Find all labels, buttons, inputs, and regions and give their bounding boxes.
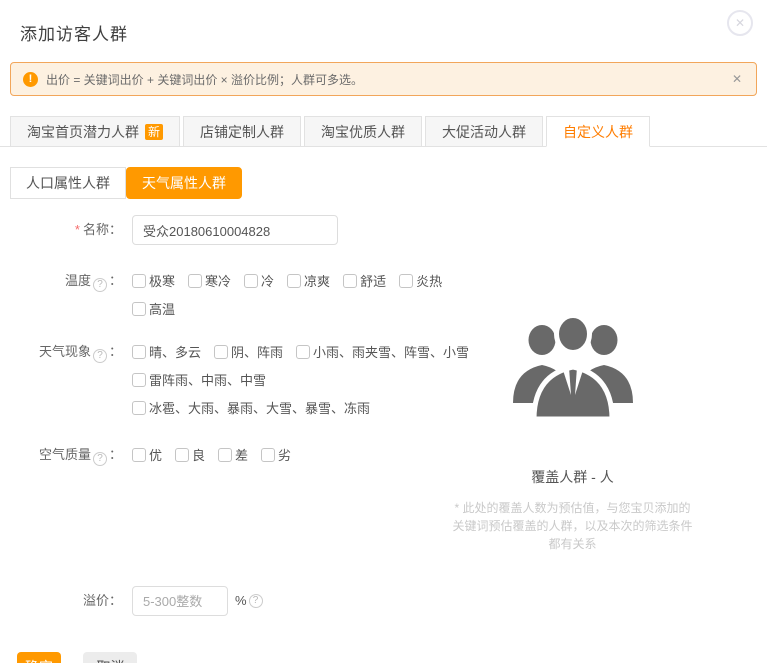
tab-label: 淘宝优质人群	[321, 122, 405, 142]
subtab-weather[interactable]: 天气属性人群	[126, 167, 242, 199]
checkbox-box[interactable]	[399, 274, 413, 288]
help-icon[interactable]: ?	[93, 452, 107, 466]
checkbox-box[interactable]	[132, 373, 146, 387]
premium-row: 溢价： % ?	[0, 586, 767, 616]
alert-text: 出价 = 关键词出价 + 关键词出价 × 溢价比例；人群可多选。	[46, 71, 730, 88]
premium-input[interactable]	[132, 586, 228, 616]
name-label: *名称：	[0, 215, 122, 245]
tab-label: 大促活动人群	[442, 122, 526, 142]
audience-group-icon	[509, 307, 637, 425]
checkbox-box[interactable]	[343, 274, 357, 288]
checkbox-comfortable[interactable]: 舒适	[343, 271, 386, 290]
air-quality-label: 空气质量?：	[0, 445, 122, 466]
add-visitor-audience-dialog: 添加访客人群 ✕ ! 出价 = 关键词出价 + 关键词出价 × 溢价比例；人群可…	[0, 0, 767, 663]
weather-audience-form: *名称： 温度?： 极寒 寒冷 冷 凉爽 舒适 炎热 高	[0, 199, 767, 616]
tab-label: 淘宝首页潜力人群	[27, 122, 139, 142]
coverage-panel: 覆盖人群 - 人 * 此处的覆盖人数为预估值，与您宝贝添加的 关键词预估覆盖的人…	[430, 307, 715, 553]
dialog-footer: 确定 取消	[17, 652, 767, 663]
checkbox-hail-heavy-rain-storm[interactable]: 冰雹、大雨、暴雨、大雪、暴雪、冻雨	[132, 398, 370, 417]
coverage-note-line: 关键词预估覆盖的人群，以及本次的筛选条件	[430, 517, 715, 535]
checkbox-overcast-showers[interactable]: 阴、阵雨	[214, 342, 283, 361]
cancel-button[interactable]: 取消	[83, 652, 137, 663]
tab-label: 自定义人群	[563, 122, 633, 142]
checkbox-cold[interactable]: 寒冷	[188, 271, 231, 290]
alert-close-icon[interactable]: ✕	[730, 70, 744, 88]
checkbox-box[interactable]	[132, 274, 146, 288]
checkbox-extreme-cold[interactable]: 极寒	[132, 271, 175, 290]
audience-type-tabs: 淘宝首页潜力人群 新 店铺定制人群 淘宝优质人群 大促活动人群 自定义人群	[0, 116, 767, 147]
checkbox-box[interactable]	[261, 448, 275, 462]
checkbox-cool[interactable]: 凉爽	[287, 271, 330, 290]
checkbox-air-bad[interactable]: 劣	[261, 445, 291, 464]
checkbox-box[interactable]	[132, 302, 146, 316]
subtab-demographic[interactable]: 人口属性人群	[10, 167, 126, 199]
audience-name-input[interactable]	[132, 215, 338, 245]
checkbox-chilly[interactable]: 冷	[244, 271, 274, 290]
checkbox-box[interactable]	[132, 448, 146, 462]
checkbox-sunny-cloudy[interactable]: 晴、多云	[132, 342, 201, 361]
checkbox-box[interactable]	[132, 345, 146, 359]
page-title: 添加访客人群	[0, 0, 767, 45]
new-badge: 新	[145, 124, 163, 140]
checkbox-box[interactable]	[214, 345, 228, 359]
checkbox-box[interactable]	[287, 274, 301, 288]
coverage-note: * 此处的覆盖人数为预估值，与您宝贝添加的 关键词预估覆盖的人群，以及本次的筛选…	[430, 499, 715, 553]
checkbox-box[interactable]	[132, 401, 146, 415]
tab-taobao-homepage-potential[interactable]: 淘宝首页潜力人群 新	[10, 116, 180, 147]
checkbox-air-good[interactable]: 良	[175, 445, 205, 464]
required-mark: *	[75, 222, 80, 237]
checkbox-box[interactable]	[188, 274, 202, 288]
percent-unit: %	[235, 586, 247, 616]
coverage-count-label: 覆盖人群 - 人	[430, 467, 715, 487]
checkbox-box[interactable]	[175, 448, 189, 462]
custom-audience-subtabs: 人口属性人群 天气属性人群	[10, 167, 767, 199]
weather-phenomena-label: 天气现象?：	[0, 342, 122, 363]
tab-promotion-event[interactable]: 大促活动人群	[425, 116, 543, 147]
tab-label: 店铺定制人群	[200, 122, 284, 142]
name-row: *名称：	[0, 215, 767, 245]
bid-formula-alert: ! 出价 = 关键词出价 + 关键词出价 × 溢价比例；人群可多选。 ✕	[10, 62, 757, 96]
checkbox-box[interactable]	[296, 345, 310, 359]
coverage-note-line: 都有关系	[430, 535, 715, 553]
checkbox-thunderstorm-moderate-rain-snow[interactable]: 雷阵雨、中雨、中雪	[132, 370, 266, 389]
coverage-note-line: * 此处的覆盖人数为预估值，与您宝贝添加的	[430, 499, 715, 517]
help-icon[interactable]: ?	[93, 349, 107, 363]
tab-shop-custom[interactable]: 店铺定制人群	[183, 116, 301, 147]
checkbox-box[interactable]	[244, 274, 258, 288]
checkbox-hot[interactable]: 炎热	[399, 271, 442, 290]
premium-label: 溢价：	[0, 586, 122, 616]
checkbox-air-excellent[interactable]: 优	[132, 445, 162, 464]
dialog-close-icon[interactable]: ✕	[727, 10, 753, 36]
temperature-label: 温度?：	[0, 271, 122, 292]
checkbox-air-poor[interactable]: 差	[218, 445, 248, 464]
tab-taobao-premium[interactable]: 淘宝优质人群	[304, 116, 422, 147]
checkbox-box[interactable]	[218, 448, 232, 462]
checkbox-high-temperature[interactable]: 高温	[132, 299, 175, 318]
help-icon[interactable]: ?	[93, 278, 107, 292]
help-icon[interactable]: ?	[249, 594, 263, 608]
tab-custom-audience[interactable]: 自定义人群	[546, 116, 650, 147]
confirm-button[interactable]: 确定	[17, 652, 61, 663]
info-icon: !	[23, 72, 38, 87]
